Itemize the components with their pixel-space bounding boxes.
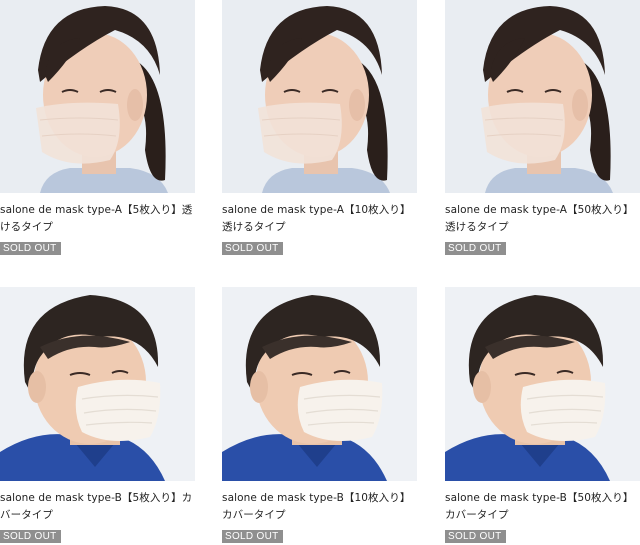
sold-out-badge: SOLD OUT [445, 530, 506, 543]
sold-out-badge: SOLD OUT [0, 242, 61, 255]
sold-out-badge: SOLD OUT [445, 242, 506, 255]
product-title[interactable]: salone de mask type-B【5枚入り】カバータイプ [0, 490, 195, 524]
product-card[interactable]: salone de mask type-B【10枚入り】カバータイプ SOLD … [222, 287, 417, 543]
product-card[interactable]: salone de mask type-A【10枚入り】透けるタイプ SOLD … [222, 0, 417, 255]
product-card[interactable]: salone de mask type-A【50枚入り】透けるタイプ SOLD … [445, 0, 640, 255]
product-title[interactable]: salone de mask type-A【5枚入り】透けるタイプ [0, 202, 195, 236]
product-card[interactable]: salone de mask type-B【5枚入り】カバータイプ SOLD O… [0, 287, 195, 543]
product-card[interactable]: salone de mask type-A【5枚入り】透けるタイプ SOLD O… [0, 0, 195, 255]
sold-out-badge: SOLD OUT [222, 530, 283, 543]
product-image-woman-sheer-mask[interactable] [0, 0, 195, 193]
product-image-man-cover-mask[interactable] [445, 287, 640, 481]
product-image-woman-sheer-mask[interactable] [445, 0, 640, 193]
product-image-man-cover-mask[interactable] [0, 287, 195, 481]
product-title[interactable]: salone de mask type-B【50枚入り】カバータイプ [445, 490, 640, 524]
product-image-man-cover-mask[interactable] [222, 287, 417, 481]
sold-out-badge: SOLD OUT [222, 242, 283, 255]
product-grid: salone de mask type-A【5枚入り】透けるタイプ SOLD O… [0, 0, 640, 545]
product-title[interactable]: salone de mask type-B【10枚入り】カバータイプ [222, 490, 417, 524]
product-title[interactable]: salone de mask type-A【50枚入り】透けるタイプ [445, 202, 640, 236]
sold-out-badge: SOLD OUT [0, 530, 61, 543]
product-title[interactable]: salone de mask type-A【10枚入り】透けるタイプ [222, 202, 417, 236]
product-card[interactable]: salone de mask type-B【50枚入り】カバータイプ SOLD … [445, 287, 640, 543]
product-image-woman-sheer-mask[interactable] [222, 0, 417, 193]
